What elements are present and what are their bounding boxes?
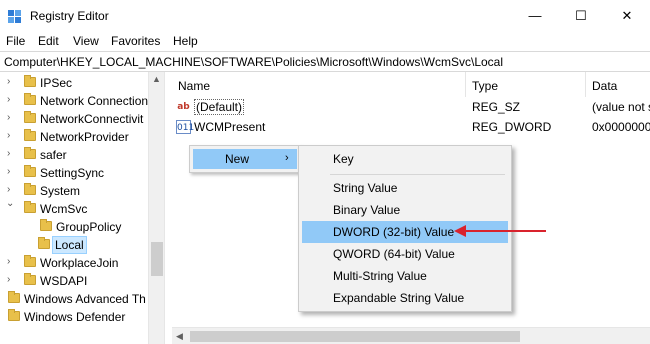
context-menu: New › [189, 145, 301, 173]
minimize-button[interactable]: — [512, 0, 558, 31]
annotation-arrow-icon [454, 225, 546, 237]
address-path: Computer\HKEY_LOCAL_MACHINE\SOFTWARE\Pol… [4, 55, 504, 69]
folder-icon [24, 111, 36, 123]
menu-item-label: DWORD (32-bit) Value [333, 225, 455, 239]
tree-item-label: Network Connection [40, 94, 149, 108]
tree-item-label: NetworkConnectivit [40, 112, 144, 126]
tree-item-label: System [40, 184, 81, 198]
menu-separator [330, 174, 505, 175]
tree-item-label: safer [40, 148, 67, 162]
value-row-default[interactable]: ab (Default) REG_SZ (value not s [172, 97, 650, 117]
scroll-up-icon[interactable]: ▲ [152, 74, 161, 84]
registry-editor-icon [8, 10, 21, 23]
scrollbar-thumb[interactable] [151, 242, 163, 276]
menu-item-label: Binary Value [333, 203, 401, 217]
menu-item-string-value[interactable]: String Value [302, 177, 508, 199]
tree-item-label: Windows Advanced Th [24, 292, 146, 306]
tree-item-label: WorkplaceJoin [40, 256, 119, 270]
column-header-name[interactable]: Name [172, 72, 466, 97]
folder-icon [24, 255, 36, 267]
menu-item-label: Expandable String Value [333, 291, 465, 305]
chevron-right-icon[interactable]: › [7, 112, 17, 123]
chevron-right-icon[interactable]: › [7, 256, 17, 267]
chevron-down-icon[interactable]: ⌄ [6, 198, 16, 209]
chevron-right-icon[interactable]: › [7, 184, 17, 195]
menu-item-expandable-string-value[interactable]: Expandable String Value [302, 287, 508, 309]
folder-icon [24, 183, 36, 195]
chevron-right-icon[interactable]: › [7, 274, 17, 285]
menu-item-qword-value[interactable]: QWORD (64-bit) Value [302, 243, 508, 265]
menu-edit[interactable]: Edit [38, 34, 59, 48]
binary-value-icon: 011 [176, 120, 194, 134]
tree-item-label: Windows Defender [24, 310, 126, 324]
tree-item-label: IPSec [40, 76, 73, 90]
tree-item-label: SettingSync [40, 166, 105, 180]
folder-icon [40, 219, 52, 231]
tree-vertical-scrollbar[interactable]: ▲ [148, 72, 164, 344]
value-data: (value not s [592, 100, 650, 114]
menu-file[interactable]: File [6, 34, 25, 48]
close-icon: ✕ [621, 7, 633, 23]
scrollbar-thumb[interactable] [190, 331, 520, 342]
menu-item-new[interactable]: New › [193, 149, 297, 169]
folder-icon [24, 147, 36, 159]
list-horizontal-scrollbar[interactable]: ◀ [172, 327, 650, 344]
menu-item-label: Multi-String Value [333, 269, 427, 283]
tree-item-label: WSDAPI [40, 274, 88, 288]
folder-open-icon [24, 201, 36, 213]
value-row-wcmpresent[interactable]: 011 WCMPresent REG_DWORD 0x00000001 [172, 117, 650, 137]
folder-icon [8, 291, 20, 303]
value-name: WCMPresent [194, 120, 266, 134]
tree-item-label: NetworkProvider [40, 130, 129, 144]
pane-splitter[interactable] [164, 72, 172, 344]
folder-icon [24, 75, 36, 87]
menu-item-multi-string-value[interactable]: Multi-String Value [302, 265, 508, 287]
value-type: REG_SZ [472, 100, 521, 114]
menu-favorites[interactable]: Favorites [111, 34, 160, 48]
folder-open-icon [38, 237, 50, 249]
menu-item-label: String Value [333, 181, 398, 195]
folder-icon [24, 165, 36, 177]
tree-item-label: GroupPolicy [56, 220, 122, 234]
column-header-type[interactable]: Type [466, 72, 586, 97]
maximize-icon: ☐ [575, 7, 587, 23]
folder-icon [24, 93, 36, 105]
value-name: (Default) [194, 99, 245, 115]
key-tree: › IPSec › Network Connection › NetworkCo… [0, 72, 164, 344]
menu-item-label: New [225, 152, 250, 166]
menu-item-binary-value[interactable]: Binary Value [302, 199, 508, 221]
value-data: 0x00000001 [592, 120, 650, 134]
close-button[interactable]: ✕ [604, 0, 650, 31]
maximize-button[interactable]: ☐ [558, 0, 604, 31]
minimize-icon: — [528, 8, 542, 23]
folder-icon [24, 273, 36, 285]
tree-item-label: WcmSvc [40, 202, 88, 216]
string-value-icon: ab [177, 102, 190, 112]
folder-icon [8, 309, 20, 321]
scroll-left-icon[interactable]: ◀ [176, 331, 183, 342]
folder-icon [24, 129, 36, 141]
menu-item-label: Key [333, 152, 354, 166]
menu-bar: File Edit View Favorites Help [0, 31, 650, 51]
chevron-right-icon: › [285, 152, 289, 164]
chevron-right-icon[interactable]: › [7, 166, 17, 177]
menu-item-key[interactable]: Key [302, 148, 508, 170]
chevron-right-icon[interactable]: › [7, 130, 17, 141]
chevron-right-icon[interactable]: › [0, 310, 6, 321]
address-bar[interactable]: Computer\HKEY_LOCAL_MACHINE\SOFTWARE\Pol… [0, 51, 650, 72]
chevron-right-icon[interactable]: › [0, 292, 6, 303]
window-title: Registry Editor [30, 9, 109, 23]
menu-help[interactable]: Help [173, 34, 198, 48]
menu-item-label: QWORD (64-bit) Value [333, 247, 455, 261]
menu-view[interactable]: View [73, 34, 99, 48]
chevron-right-icon[interactable]: › [7, 94, 17, 105]
column-header-data[interactable]: Data [586, 72, 650, 97]
title-bar: Registry Editor — ☐ ✕ [0, 0, 650, 31]
tree-item-label: Local [52, 236, 87, 254]
chevron-right-icon[interactable]: › [7, 148, 17, 159]
chevron-right-icon[interactable]: › [7, 76, 17, 87]
value-type: REG_DWORD [472, 120, 552, 134]
